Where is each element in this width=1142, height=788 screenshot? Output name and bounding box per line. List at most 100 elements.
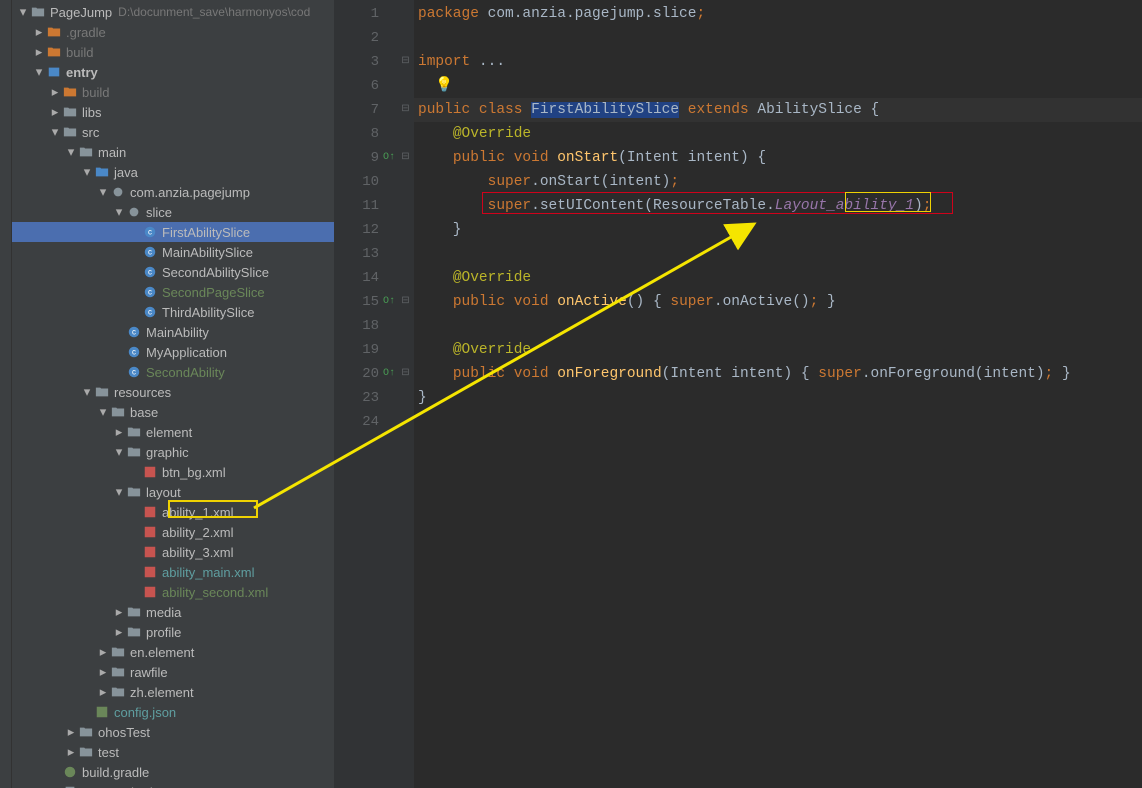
tree-item-en-element[interactable]: ▸ en.element (12, 642, 334, 662)
fold-marker[interactable]: ⊟ (398, 48, 413, 72)
fold-marker[interactable]: ⊟ (398, 144, 413, 168)
tree-item-layout[interactable]: ▾layout (12, 482, 334, 502)
tree-item-com-anzia-pagejump[interactable]: ▾com.anzia.pagejump (12, 182, 334, 202)
folder-orange-icon (46, 24, 62, 40)
folder-icon (110, 644, 126, 660)
chevron-icon[interactable]: ▾ (112, 204, 126, 220)
chevron-icon[interactable]: ▸ (112, 604, 126, 620)
chevron-icon[interactable]: ▾ (96, 184, 110, 200)
code-body[interactable]: package com.anzia.pagejump.slice; import… (414, 0, 1142, 788)
tree-item-graphic[interactable]: ▾graphic (12, 442, 334, 462)
tree-item-ohostest[interactable]: ▸ohosTest (12, 722, 334, 742)
tree-label: media (146, 605, 181, 620)
chevron-icon[interactable]: ▸ (96, 664, 110, 680)
tree-item-myapplication[interactable]: cMyApplication (12, 342, 334, 362)
chevron-icon[interactable]: ▸ (32, 24, 46, 40)
tree-item-btn-bg-xml[interactable]: btn_bg.xml (12, 462, 334, 482)
tree-item-rawfile[interactable]: ▸rawfile (12, 662, 334, 682)
chevron-icon[interactable]: ▸ (112, 424, 126, 440)
tree-item-test[interactable]: ▸test (12, 742, 334, 762)
tree-label: resources (114, 385, 171, 400)
fold-marker[interactable] (398, 168, 413, 192)
tree-item-firstabilityslice[interactable]: cFirstAbilitySlice (12, 222, 334, 242)
tree-item-secondabilityslice[interactable]: cSecondAbilitySlice (12, 262, 334, 282)
fold-column[interactable]: ⊟ ⊟ ⊟ ⊟ ⊟ (398, 0, 414, 788)
fold-marker[interactable] (398, 120, 413, 144)
tree-item-secondpageslice[interactable]: cSecondPageSlice (12, 282, 334, 302)
tree-item-ability-1-xml[interactable]: ability_1.xml (12, 502, 334, 522)
line-number: 15O↑ (334, 290, 397, 314)
fold-marker[interactable] (398, 72, 413, 96)
tree-label: btn_bg.xml (162, 465, 226, 480)
tree-item--gradle[interactable]: ▸.gradle (12, 22, 334, 42)
chevron-icon[interactable]: ▾ (64, 144, 78, 160)
tree-item-build-gradle[interactable]: build.gradle (12, 762, 334, 782)
chevron-icon[interactable]: ▸ (112, 624, 126, 640)
tree-item-ability-second-xml[interactable]: ability_second.xml (12, 582, 334, 602)
override-gutter-icon[interactable]: O↑ (383, 290, 395, 314)
fold-marker[interactable] (398, 264, 413, 288)
tree-item-resources[interactable]: ▾ resources (12, 382, 334, 402)
intention-bulb-icon[interactable]: 💡 (435, 78, 453, 94)
tree-item-java[interactable]: ▾java (12, 162, 334, 182)
tree-item-ability-3-xml[interactable]: ability_3.xml (12, 542, 334, 562)
tree-label: ability_1.xml (162, 505, 234, 520)
line-number: 19 (334, 338, 397, 362)
chevron-icon[interactable]: ▸ (96, 644, 110, 660)
fold-marker[interactable] (398, 312, 413, 336)
fold-marker[interactable]: ⊟ (398, 96, 413, 120)
tree-item-build[interactable]: ▸build (12, 82, 334, 102)
fold-marker[interactable] (398, 0, 413, 24)
chevron-icon[interactable]: ▾ (112, 484, 126, 500)
project-tree-panel[interactable]: ▾PageJumpD:\docunment_save\harmonyos\cod… (12, 0, 334, 788)
tool-window-bar[interactable] (0, 0, 12, 788)
fold-marker[interactable]: ⊟ (398, 288, 413, 312)
tree-item-ability-2-xml[interactable]: ability_2.xml (12, 522, 334, 542)
chevron-icon[interactable]: ▸ (48, 84, 62, 100)
override-gutter-icon[interactable]: O↑ (383, 362, 395, 386)
tree-item-element[interactable]: ▸element (12, 422, 334, 442)
tree-item-zh-element[interactable]: ▸zh.element (12, 682, 334, 702)
chevron-icon[interactable]: ▾ (96, 404, 110, 420)
fold-marker[interactable]: ⊟ (398, 360, 413, 384)
tree-item-secondability[interactable]: cSecondAbility (12, 362, 334, 382)
chevron-icon[interactable]: ▸ (64, 724, 78, 740)
tree-item-build[interactable]: ▸build (12, 42, 334, 62)
tree-item-src[interactable]: ▾src (12, 122, 334, 142)
fold-marker[interactable] (398, 216, 413, 240)
chevron-icon[interactable]: ▸ (64, 744, 78, 760)
chevron-icon[interactable]: ▾ (16, 4, 30, 20)
tree-item-slice[interactable]: ▾slice (12, 202, 334, 222)
tree-item-config-json[interactable]: config.json (12, 702, 334, 722)
fold-marker[interactable] (398, 408, 413, 432)
chevron-icon[interactable]: ▾ (80, 164, 94, 180)
chevron-icon[interactable]: ▾ (32, 64, 46, 80)
tree-item-mainabilityslice[interactable]: cMainAbilitySlice (12, 242, 334, 262)
fold-marker[interactable] (398, 384, 413, 408)
fold-marker[interactable] (398, 336, 413, 360)
tree-item-main[interactable]: ▾main (12, 142, 334, 162)
tree-item-entry[interactable]: ▾entry (12, 62, 334, 82)
tree-item-proguard-rules-pro[interactable]: proguard-rules.pro (12, 782, 334, 788)
tree-label: en.element (130, 645, 194, 660)
fold-marker[interactable] (398, 192, 413, 216)
tree-item-libs[interactable]: ▸libs (12, 102, 334, 122)
tree-item-profile[interactable]: ▸profile (12, 622, 334, 642)
chevron-icon[interactable]: ▸ (48, 104, 62, 120)
tree-item-thirdabilityslice[interactable]: cThirdAbilitySlice (12, 302, 334, 322)
chevron-icon[interactable]: ▾ (112, 444, 126, 460)
chevron-icon[interactable]: ▸ (32, 44, 46, 60)
override-gutter-icon[interactable]: O↑ (383, 146, 395, 170)
tree-item-media[interactable]: ▸ media (12, 602, 334, 622)
tree-item-pagejump[interactable]: ▾PageJumpD:\docunment_save\harmonyos\cod (12, 2, 334, 22)
tree-item-ability-main-xml[interactable]: ability_main.xml (12, 562, 334, 582)
tree-item-base[interactable]: ▾base (12, 402, 334, 422)
code-editor[interactable]: 1236789O↑101112131415O↑181920O↑2324 ⊟⊟⊟⊟… (334, 0, 1142, 788)
folder-icon (126, 604, 142, 620)
chevron-icon[interactable]: ▾ (48, 124, 62, 140)
chevron-icon[interactable]: ▸ (96, 684, 110, 700)
fold-marker[interactable] (398, 24, 413, 48)
tree-item-mainability[interactable]: cMainAbility (12, 322, 334, 342)
fold-marker[interactable] (398, 240, 413, 264)
chevron-icon[interactable]: ▾ (80, 384, 94, 400)
